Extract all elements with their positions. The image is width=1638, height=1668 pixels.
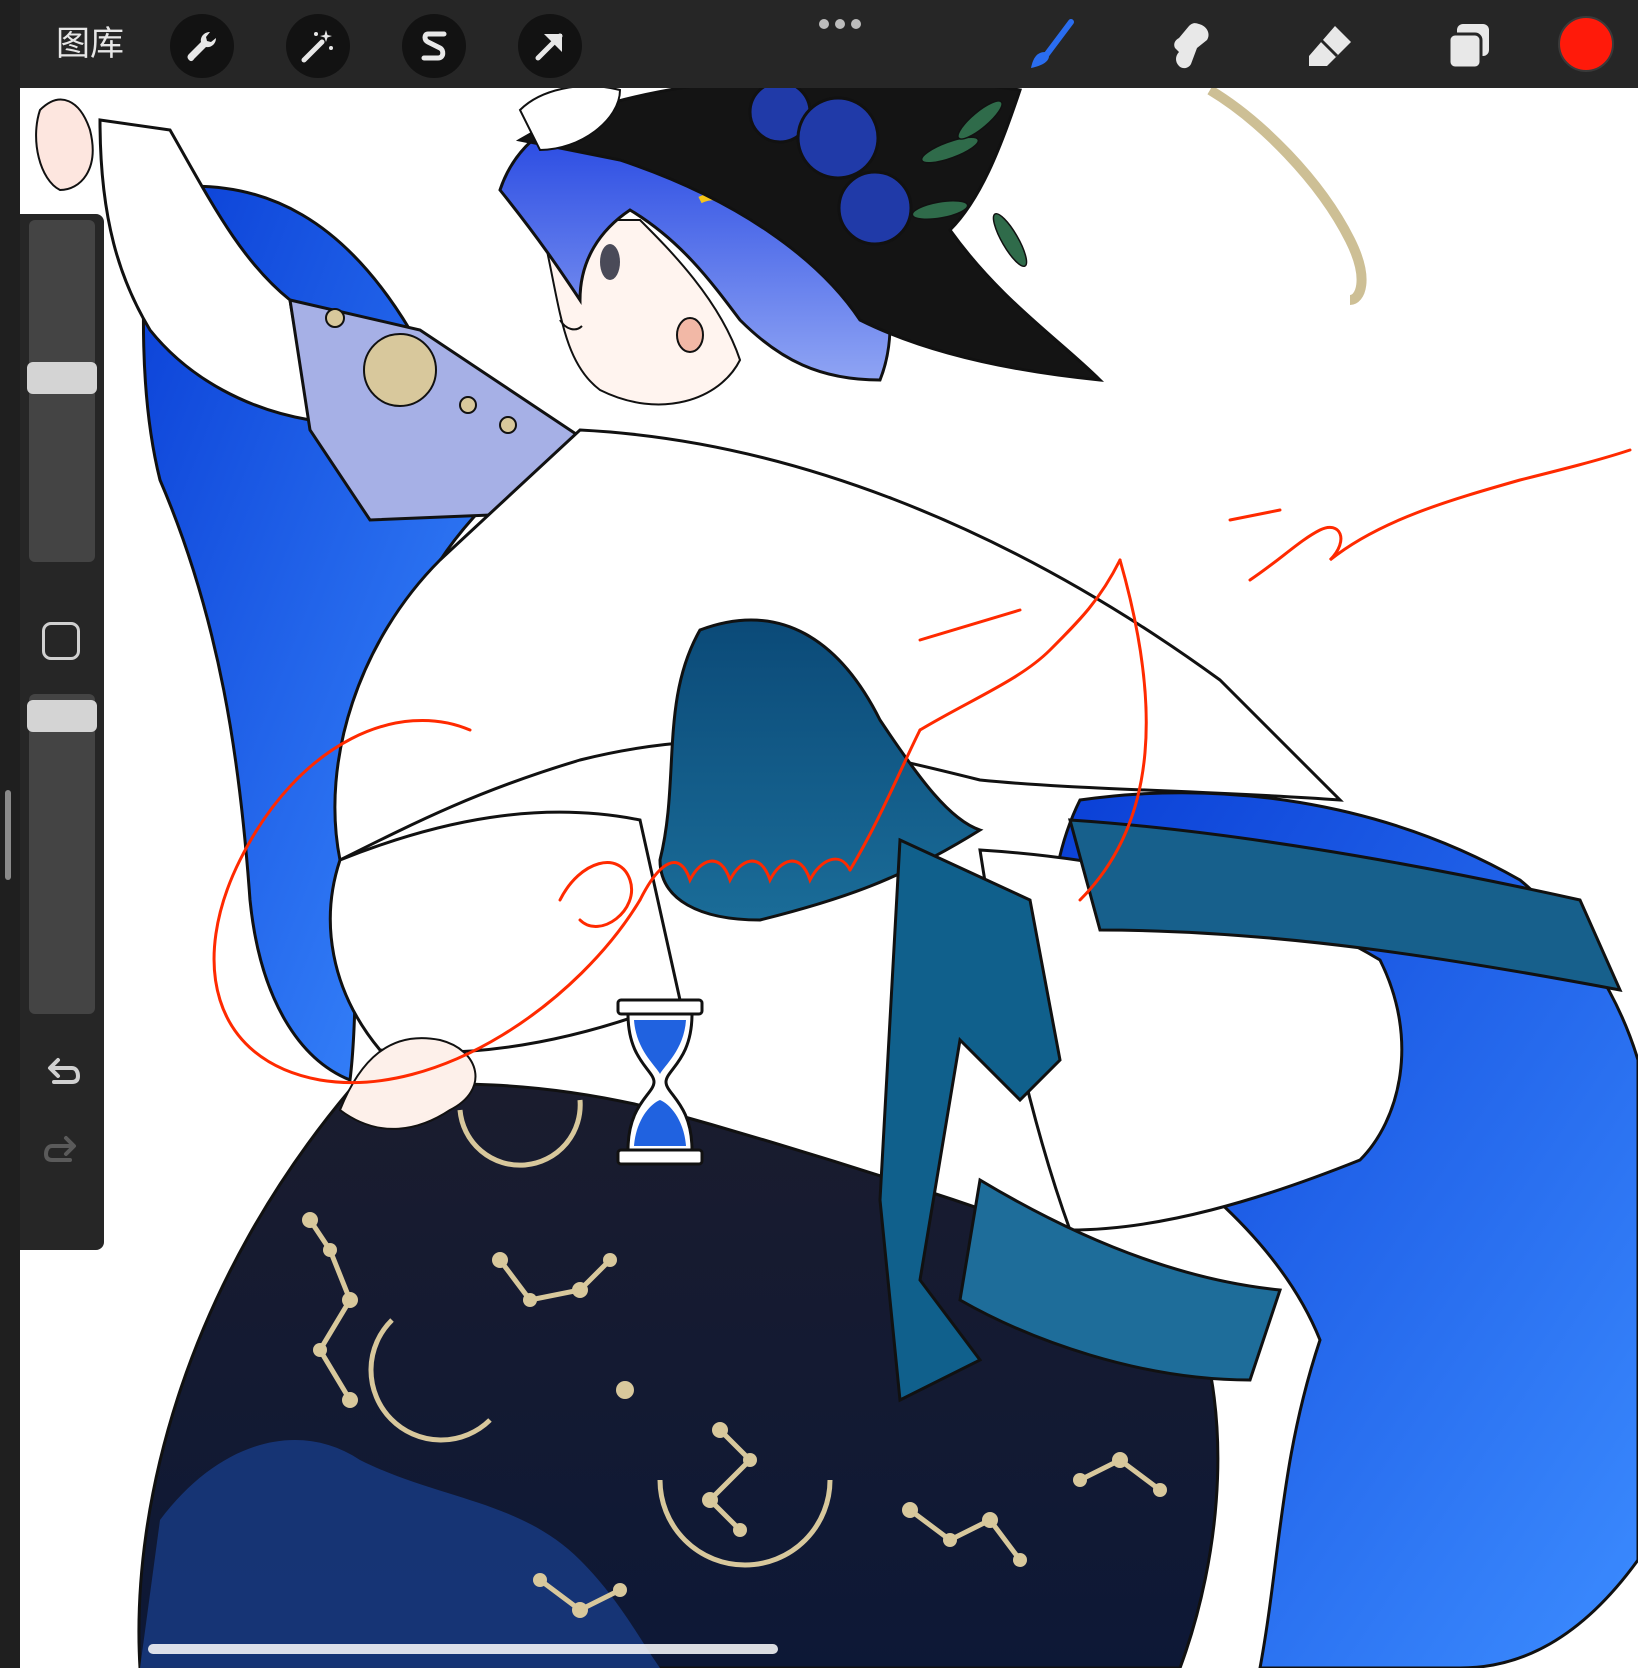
- smudge-icon[interactable]: [1160, 18, 1218, 74]
- left-sidebar: [20, 214, 104, 1250]
- layers-icon[interactable]: [1440, 18, 1498, 74]
- brush-size-slider-thumb[interactable]: [27, 361, 97, 394]
- opacity-slider[interactable]: [27, 694, 97, 1014]
- actions-wrench-icon[interactable]: [170, 14, 234, 78]
- sidebar-edge-handle[interactable]: [5, 790, 11, 880]
- color-picker-swatch[interactable]: [1558, 16, 1614, 72]
- eraser-icon[interactable]: [1300, 18, 1358, 74]
- more-options-icon[interactable]: [810, 6, 870, 42]
- procreate-screen: 图库: [20, 0, 1638, 1668]
- brush-size-slider[interactable]: [27, 220, 97, 562]
- transform-arrow-icon[interactable]: [518, 14, 582, 78]
- drawing-canvas[interactable]: [20, 0, 1638, 1668]
- opacity-slider-thumb[interactable]: [27, 700, 97, 732]
- adjustments-magic-wand-icon[interactable]: [286, 14, 350, 78]
- brush-icon[interactable]: [1020, 18, 1078, 74]
- selection-s-icon[interactable]: [402, 14, 466, 78]
- undo-icon[interactable]: [40, 1050, 84, 1094]
- gallery-button[interactable]: 图库: [56, 22, 124, 66]
- redo-icon[interactable]: [40, 1128, 84, 1172]
- top-toolbar: 图库: [20, 0, 1638, 88]
- modify-button[interactable]: [42, 622, 80, 660]
- home-indicator[interactable]: [148, 1644, 778, 1654]
